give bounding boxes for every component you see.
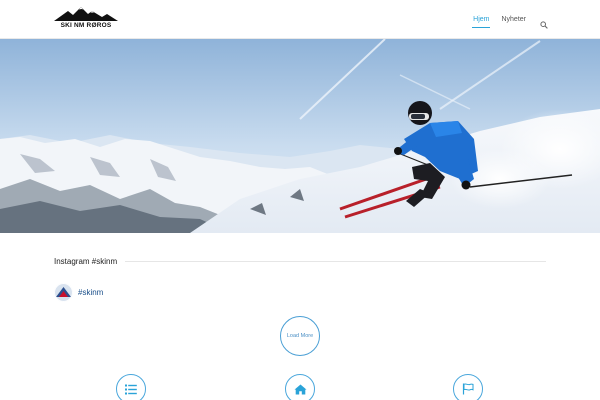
flag-icon[interactable] [453, 374, 483, 400]
section-title: Instagram #skinm [54, 256, 118, 266]
section-divider [125, 260, 546, 262]
instagram-handle: #skinm [78, 287, 104, 297]
logo-text: SKI NM RØROS [60, 22, 112, 29]
search-icon[interactable] [540, 16, 548, 29]
hero-image [0, 39, 600, 233]
instagram-section-header: Instagram #skinm [54, 255, 546, 267]
nav-item-hjem[interactable]: Hjem [472, 16, 491, 28]
mountain-logo-icon [54, 7, 118, 21]
main-nav: Hjem Nyheter [461, 0, 548, 39]
home-icon[interactable] [285, 374, 315, 400]
nav-item-nyheter[interactable]: Nyheter [501, 16, 526, 23]
instagram-avatar [54, 282, 73, 302]
instagram-profile-link[interactable]: #skinm [54, 282, 103, 302]
site-header: SKI NM RØROS Hjem Nyheter [0, 0, 600, 39]
skier-hero-illustration [0, 39, 600, 233]
list-icon[interactable] [116, 374, 146, 400]
load-more-button[interactable]: Load More [280, 316, 320, 356]
site-logo[interactable]: SKI NM RØROS [54, 5, 118, 31]
